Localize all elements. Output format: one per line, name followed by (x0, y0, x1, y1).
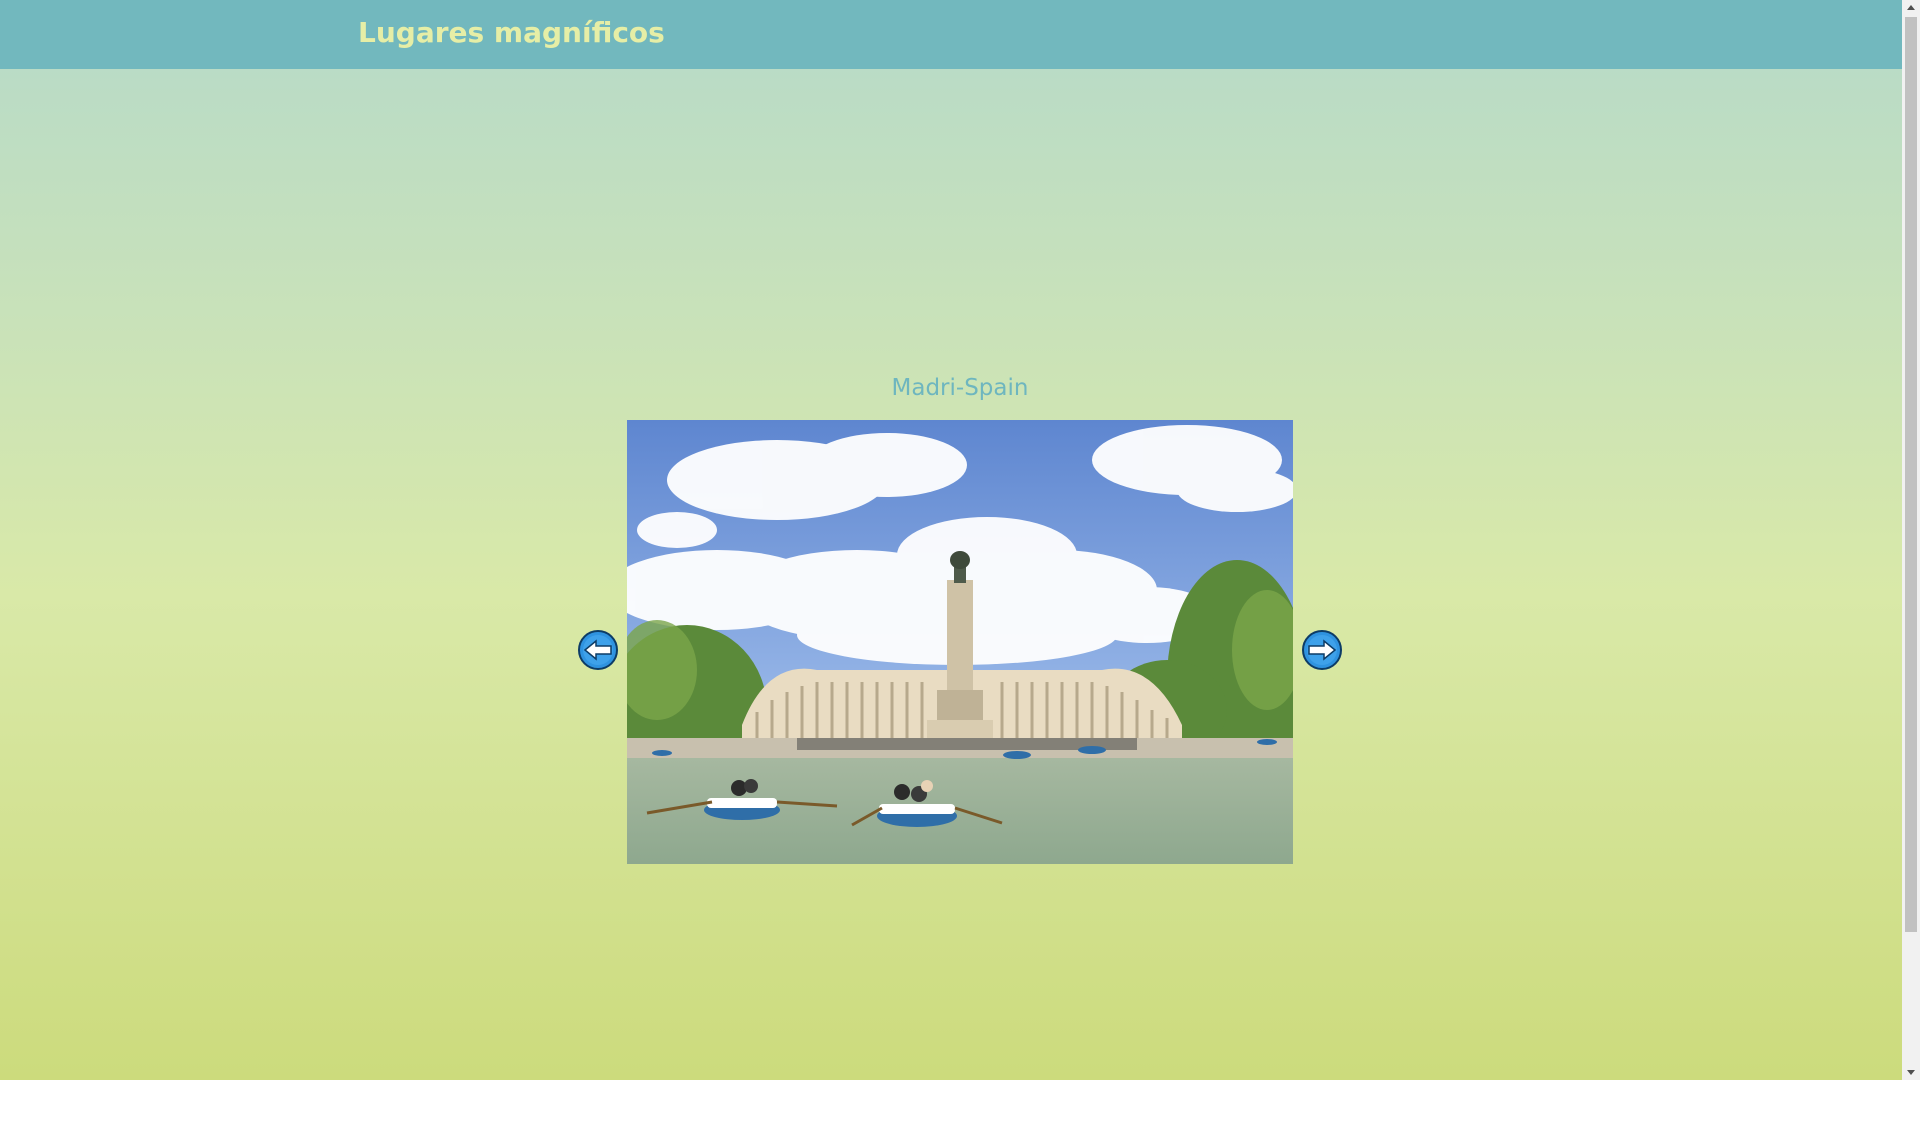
site-title: Lugares magníficos (358, 16, 665, 49)
scroll-down-icon[interactable] (1902, 1064, 1920, 1080)
arrow-right-circle-icon[interactable] (1302, 630, 1342, 670)
page-viewport: Lugares magníficos Madri-Spain (0, 0, 1902, 1080)
gallery-photo (627, 420, 1293, 864)
arrow-left-circle-icon[interactable] (578, 630, 618, 670)
scroll-up-icon[interactable] (1902, 0, 1920, 16)
site-header: Lugares magníficos (0, 0, 1902, 69)
vertical-scrollbar[interactable] (1902, 0, 1920, 1080)
scrollbar-thumb[interactable] (1905, 17, 1917, 932)
photo-caption: Madri-Spain (891, 375, 1029, 401)
